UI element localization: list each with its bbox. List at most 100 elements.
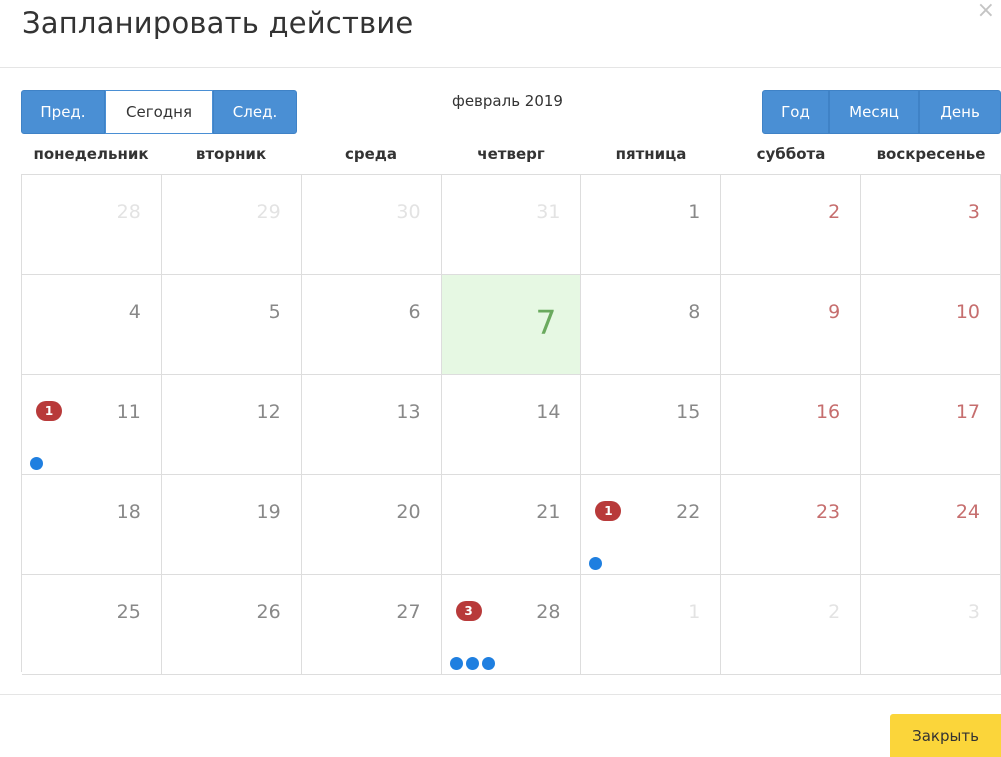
weekday-label: вторник <box>195 145 267 163</box>
next-button[interactable]: След. <box>213 90 297 134</box>
calendar-day[interactable]: 17 <box>861 375 1001 475</box>
event-dots <box>30 457 43 470</box>
event-count-badge[interactable]: 1 <box>595 501 622 521</box>
calendar-day[interactable]: 29 <box>161 175 302 275</box>
calendar-day[interactable]: 27 <box>301 575 442 675</box>
today-button[interactable]: Сегодня <box>105 90 213 134</box>
day-number: 9 <box>828 301 841 323</box>
day-number: 31 <box>536 201 561 223</box>
event-dot[interactable] <box>481 657 495 670</box>
calendar-day[interactable]: 30 <box>301 175 442 275</box>
event-dot[interactable] <box>449 657 463 670</box>
day-number: 23 <box>815 501 841 523</box>
day-number: 6 <box>408 301 421 323</box>
view-year-button[interactable]: Год <box>762 90 829 134</box>
calendar-day[interactable]: 22 1 <box>581 475 722 575</box>
day-number: 5 <box>268 301 281 323</box>
event-dot[interactable] <box>589 557 603 570</box>
calendar-day[interactable]: 23 <box>721 475 862 575</box>
day-number: 15 <box>676 401 701 423</box>
day-number: 10 <box>955 301 981 323</box>
event-count-badge[interactable]: 1 <box>36 401 62 421</box>
calendar-day[interactable]: 28 3 <box>441 575 582 675</box>
weekday-label: четверг <box>477 145 545 163</box>
day-number: 30 <box>396 201 421 223</box>
day-number: 2 <box>828 201 841 223</box>
calendar-week-row: 11 1 12 13 14 15 16 17 <box>22 375 1001 475</box>
day-number: 21 <box>536 501 561 523</box>
calendar-day[interactable]: 2 <box>721 575 862 675</box>
calendar-day[interactable]: 11 1 <box>22 375 162 475</box>
weekday-label: воскресенье <box>876 145 986 163</box>
header-divider <box>0 67 1001 68</box>
event-dot[interactable] <box>30 457 43 470</box>
calendar-day[interactable]: 9 <box>721 275 862 375</box>
calendar-day[interactable]: 26 <box>161 575 302 675</box>
day-number: 19 <box>256 501 281 523</box>
calendar-day[interactable]: 6 <box>301 275 442 375</box>
day-number: 3 <box>967 601 981 623</box>
calendar-day[interactable]: 20 <box>301 475 442 575</box>
prev-button[interactable]: Пред. <box>21 90 105 134</box>
calendar-day[interactable]: 8 <box>581 275 722 375</box>
view-month-button[interactable]: Месяц <box>829 90 919 134</box>
day-number: 4 <box>128 301 141 323</box>
day-number: 11 <box>116 401 141 423</box>
weekday-label: суббота <box>756 145 826 163</box>
modal-title: Запланировать действие <box>22 6 414 40</box>
month-label: февраль 2019 <box>452 92 563 110</box>
close-button[interactable]: Закрыть <box>890 714 1001 757</box>
day-number: 1 <box>688 601 701 623</box>
calendar-day[interactable]: 2 <box>721 175 862 275</box>
weekday-label: пятница <box>615 145 687 163</box>
event-count-badge[interactable]: 3 <box>455 601 482 621</box>
schedule-action-modal: Запланировать действие × Пред. Сегодня С… <box>0 0 1001 757</box>
weekday-label: среда <box>344 145 398 163</box>
close-icon[interactable]: × <box>977 0 995 22</box>
day-number: 7 <box>535 303 557 342</box>
day-number: 28 <box>116 201 141 223</box>
calendar-week-row: 25 26 27 28 3 1 2 3 <box>22 575 1001 675</box>
calendar-day[interactable]: 5 <box>161 275 302 375</box>
calendar-day[interactable]: 12 <box>161 375 302 475</box>
calendar-day[interactable]: 21 <box>441 475 582 575</box>
calendar-day[interactable]: 3 <box>861 175 1001 275</box>
calendar-week-row: 4 5 6 7 8 9 10 <box>22 275 1001 375</box>
calendar-day[interactable]: 25 <box>22 575 162 675</box>
calendar-day[interactable]: 31 <box>441 175 582 275</box>
weekday-header: понедельник вторник среда четверг пятница суб… <box>21 145 1001 171</box>
day-number: 18 <box>116 501 141 523</box>
view-day-button[interactable]: День <box>919 90 1001 134</box>
calendar-grid: 28 29 30 31 1 2 3 4 5 6 7 8 9 10 11 1 12 13 14 15 16 17 18 19 20… <box>21 174 1001 675</box>
day-number: 25 <box>116 601 141 623</box>
calendar-day-today[interactable]: 7 <box>441 275 582 375</box>
event-dot[interactable] <box>465 657 479 670</box>
calendar-day[interactable]: 18 <box>22 475 162 575</box>
calendar-day[interactable]: 10 <box>861 275 1001 375</box>
event-dots <box>449 657 495 670</box>
calendar-week-row: 28 29 30 31 1 2 3 <box>22 175 1001 275</box>
day-number: 26 <box>256 601 281 623</box>
calendar-day[interactable]: 14 <box>441 375 582 475</box>
calendar-day[interactable]: 4 <box>22 275 162 375</box>
view-button-group: Год Месяц День <box>762 90 1001 134</box>
day-number: 16 <box>815 401 841 423</box>
day-number: 14 <box>536 401 561 423</box>
day-number: 3 <box>967 201 981 223</box>
calendar-day[interactable]: 1 <box>581 175 722 275</box>
calendar-day[interactable]: 15 <box>581 375 722 475</box>
day-number: 12 <box>256 401 281 423</box>
day-number: 28 <box>536 601 561 623</box>
calendar-day[interactable]: 13 <box>301 375 442 475</box>
calendar-day[interactable]: 1 <box>581 575 722 675</box>
calendar-day[interactable]: 3 <box>861 575 1001 675</box>
day-number: 20 <box>396 501 421 523</box>
calendar-day[interactable]: 19 <box>161 475 302 575</box>
event-dots <box>589 557 603 570</box>
calendar-day[interactable]: 16 <box>721 375 862 475</box>
calendar-day[interactable]: 28 <box>22 175 162 275</box>
calendar-day[interactable]: 24 <box>861 475 1001 575</box>
day-number: 22 <box>676 501 701 523</box>
footer-divider <box>0 694 1001 695</box>
day-number: 13 <box>396 401 421 423</box>
